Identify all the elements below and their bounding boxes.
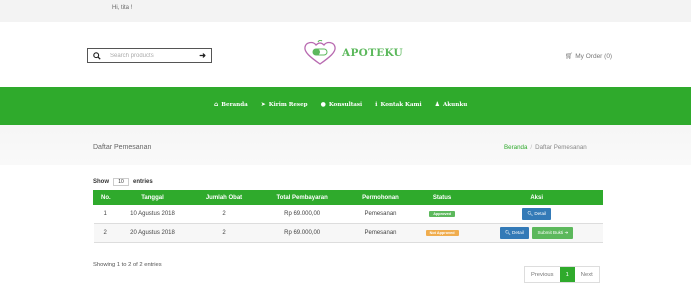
greeting-text: Hi, tita ! — [112, 5, 133, 11]
entries-label: entries — [133, 179, 153, 185]
breadcrumb: Beranda / Daftar Pemesanan — [504, 144, 587, 151]
main-navbar: ⌂ Beranda ➤ Kirim Resep ● Konsultasi ℹ Konta… — [0, 87, 691, 125]
heart-pill-logo-icon — [304, 40, 336, 65]
cell-total: Rp 69.000,00 — [256, 223, 348, 243]
user-icon: ♟ — [434, 101, 440, 108]
cell-aksi: 🔍︎ Detail — [470, 204, 603, 224]
submit-bukti-button[interactable]: Submit Bukti ➜ — [532, 227, 574, 239]
search-icon: 🔍︎ — [504, 230, 511, 235]
search-submit-arrow-icon[interactable]: ➜ — [199, 51, 206, 61]
table-header-row: No. Tanggal Jumlah Obat Total Pembayaran… — [93, 190, 603, 205]
cell-jumlah-obat: 2 — [191, 204, 257, 224]
pagination: Previous 1 Next — [524, 266, 600, 283]
search-icon: 🔍︎ — [527, 211, 534, 216]
status-badge: Not Approved — [425, 230, 459, 236]
arrow-right-icon: ➜ — [564, 230, 569, 235]
table-info-text: Showing 1 to 2 of 2 entries — [93, 262, 162, 268]
breadcrumb-current: Daftar Pemesanan — [535, 144, 587, 151]
col-header-jumlah-obat[interactable]: Jumlah Obat — [190, 190, 258, 205]
nav-item-konsultasi[interactable]: ● Konsultasi — [321, 101, 363, 108]
entries-length-control: Show 10 entries — [93, 178, 153, 186]
home-icon: ⌂ — [214, 101, 219, 108]
search-box[interactable]: ➜ — [87, 48, 212, 63]
show-label: Show — [93, 179, 109, 185]
my-order-label: My Order (0) — [575, 53, 613, 60]
entries-select[interactable]: 10 — [113, 178, 129, 186]
search-icon — [93, 52, 101, 60]
cart-icon: 🛒︎ — [565, 53, 574, 60]
pagination-page-1[interactable]: 1 — [559, 267, 575, 282]
cell-status: Approved — [413, 204, 471, 224]
detail-button[interactable]: 🔍︎ Detail — [522, 208, 552, 220]
col-header-no[interactable]: No. — [93, 190, 114, 205]
cell-aksi: 🔍︎ Detail Submit Bukti ➜ — [470, 223, 603, 243]
cell-no: 1 — [93, 204, 114, 224]
top-bar: Hi, tita ! — [0, 0, 691, 22]
col-header-aksi[interactable]: Aksi — [470, 190, 603, 205]
pagination-next[interactable]: Next — [575, 267, 599, 282]
status-badge: Approved — [429, 211, 455, 217]
cell-jumlah-obat: 2 — [191, 223, 257, 243]
table-row: 1 10 Agustus 2018 2 Rp 69.000,00 Pemesan… — [93, 204, 603, 224]
header: ➜ APOTEKU 🛒︎My Order (0) — [0, 22, 691, 87]
nav-item-akunku[interactable]: ♟ Akunku — [435, 101, 468, 108]
nav-item-kontak-kami[interactable]: ℹ Kontak Kami — [375, 101, 421, 108]
breadcrumb-separator: / — [530, 144, 533, 151]
pagination-previous[interactable]: Previous — [525, 267, 560, 282]
my-order-link[interactable]: 🛒︎ My Order (0) — [565, 52, 612, 60]
brand-name: APOTEKU — [342, 47, 404, 59]
cell-no: 2 — [93, 223, 114, 243]
orders-table: No. Tanggal Jumlah Obat Total Pembayaran… — [93, 190, 603, 243]
cell-tanggal: 20 Agustus 2018 — [113, 223, 192, 243]
cell-tanggal: 10 Agustus 2018 — [113, 204, 192, 224]
search-input[interactable] — [110, 51, 190, 61]
col-header-tanggal[interactable]: Tanggal — [113, 190, 192, 205]
comment-icon: ● — [320, 101, 326, 108]
breadcrumb-home-link[interactable]: Beranda — [504, 144, 527, 151]
info-icon: ℹ — [375, 101, 378, 108]
table-row: 2 20 Agustus 2018 2 Rp 69.000,00 Pemesan… — [93, 223, 603, 243]
col-header-status[interactable]: Status — [412, 190, 472, 205]
paper-plane-icon: ➤ — [260, 101, 266, 108]
nav-item-kirim-resep[interactable]: ➤ Kirim Resep — [261, 101, 308, 108]
cell-status: Not Approved — [413, 223, 471, 243]
page-title: Daftar Pemesanan — [93, 144, 152, 151]
detail-button[interactable]: 🔍︎ Detail — [499, 227, 529, 239]
nav-item-beranda[interactable]: ⌂ Beranda — [214, 101, 248, 108]
col-header-permohonan[interactable]: Permohonan — [347, 190, 414, 205]
cell-permohonan: Pemesanan — [347, 204, 414, 224]
cell-permohonan: Pemesanan — [347, 223, 414, 243]
col-header-total-pembayaran[interactable]: Total Pembayaran — [256, 190, 349, 205]
cell-total: Rp 69.000,00 — [256, 204, 348, 224]
